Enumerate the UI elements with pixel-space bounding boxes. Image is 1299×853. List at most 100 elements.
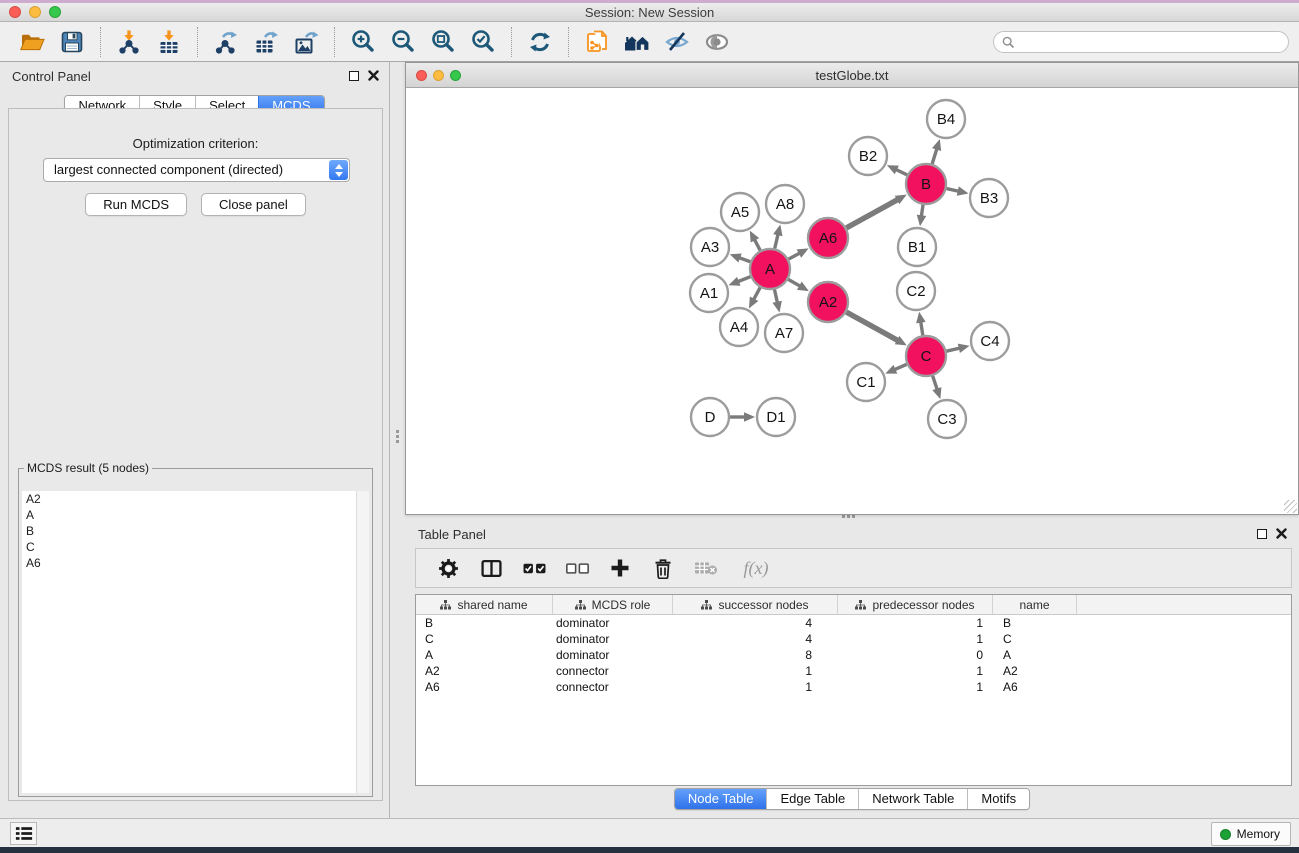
column-header-successor-nodes[interactable]: successor nodes <box>673 595 838 614</box>
export-network-button[interactable] <box>206 26 246 58</box>
table-cell[interactable]: 0 <box>838 647 993 663</box>
graph-edge-A-A2[interactable] <box>788 279 801 286</box>
zoom-fit-button[interactable] <box>423 26 463 58</box>
table-cell[interactable]: A6 <box>416 679 553 695</box>
mcds-result-item[interactable]: B <box>22 523 356 539</box>
table-cell[interactable]: dominator <box>553 631 673 647</box>
table-cell[interactable]: dominator <box>553 615 673 631</box>
split-columns-button[interactable] <box>476 553 506 583</box>
graph-edge-B-B3[interactable] <box>946 189 959 192</box>
table-cell[interactable]: connector <box>553 679 673 695</box>
network-window-titlebar[interactable]: testGlobe.txt <box>406 63 1298 88</box>
table-settings-button[interactable] <box>433 553 463 583</box>
zoom-selected-button[interactable] <box>463 26 503 58</box>
close-panel-icon[interactable] <box>1276 528 1287 539</box>
table-row[interactable]: A2connector11A2 <box>416 663 1291 679</box>
table-cell[interactable]: A2 <box>416 663 553 679</box>
import-table-button[interactable] <box>149 26 189 58</box>
table-row[interactable]: Adominator80A <box>416 647 1291 663</box>
column-header-name[interactable]: name <box>993 595 1077 614</box>
table-cell[interactable]: B <box>416 615 553 631</box>
table-cell[interactable]: A <box>993 647 1077 663</box>
graph-edge-B-B2[interactable] <box>895 169 907 175</box>
table-cell[interactable]: 1 <box>673 663 838 679</box>
table-row[interactable]: A6connector11A6 <box>416 679 1291 695</box>
table-row[interactable]: Bdominator41B <box>416 615 1291 631</box>
network-close-button[interactable] <box>416 70 427 81</box>
table-row[interactable]: Cdominator41C <box>416 631 1291 647</box>
graph-edge-C-C4[interactable] <box>946 348 960 351</box>
refresh-layout-button[interactable] <box>520 26 560 58</box>
zoom-window-button[interactable] <box>49 6 61 18</box>
column-header-MCDS-role[interactable]: MCDS role <box>553 595 673 614</box>
table-cell[interactable]: 4 <box>673 615 838 631</box>
save-session-button[interactable] <box>52 26 92 58</box>
table-cell[interactable]: 1 <box>673 679 838 695</box>
table-cell[interactable]: 4 <box>673 631 838 647</box>
add-column-button[interactable] <box>605 553 635 583</box>
search-input[interactable] <box>1019 33 1288 51</box>
horizontal-split-handle[interactable] <box>842 515 845 518</box>
table-cell[interactable]: C <box>993 631 1077 647</box>
graph-edge-A-A4[interactable] <box>753 288 760 301</box>
hide-annotations-button[interactable] <box>657 26 697 58</box>
show-graphics-details-button[interactable] <box>697 26 737 58</box>
clear-checkboxes-button[interactable] <box>562 553 592 583</box>
import-network-button[interactable] <box>109 26 149 58</box>
mcds-result-item[interactable]: A2 <box>22 491 356 507</box>
graph-edge-A-A6[interactable] <box>789 253 801 259</box>
vertical-split-handle[interactable] <box>396 430 399 433</box>
close-window-button[interactable] <box>9 6 21 18</box>
window-resize-grip[interactable] <box>1284 500 1297 513</box>
graph-edge-A2-C[interactable] <box>846 312 898 341</box>
minimize-window-button[interactable] <box>29 6 41 18</box>
zoom-out-button[interactable] <box>383 26 423 58</box>
run-mcds-button[interactable]: Run MCDS <box>85 193 187 216</box>
graph-edge-C-C2[interactable] <box>921 321 923 336</box>
function-builder-button[interactable]: f(x) <box>734 553 778 583</box>
tab-motifs[interactable]: Motifs <box>967 789 1029 809</box>
table-cell[interactable]: 1 <box>838 663 993 679</box>
mcds-result-item[interactable]: C <box>22 539 356 555</box>
close-panel-icon[interactable] <box>368 70 379 81</box>
duplicate-network-button[interactable] <box>577 26 617 58</box>
delete-column-button[interactable] <box>648 553 678 583</box>
graph-edge-A-A8[interactable] <box>775 233 779 248</box>
tab-node-table[interactable]: Node Table <box>675 789 767 809</box>
graph-edge-C-C1[interactable] <box>894 364 907 370</box>
table-cell[interactable]: connector <box>553 663 673 679</box>
graph-edge-B-B4[interactable] <box>932 148 937 164</box>
criterion-dropdown[interactable]: largest connected component (directed) <box>43 158 350 182</box>
table-cell[interactable]: 1 <box>838 615 993 631</box>
network-zoom-button[interactable] <box>450 70 461 81</box>
float-panel-icon[interactable] <box>1257 529 1267 539</box>
float-panel-icon[interactable] <box>349 71 359 81</box>
graph-edge-A-A5[interactable] <box>754 239 760 251</box>
table-cell[interactable]: A6 <box>993 679 1077 695</box>
graph-edge-A-A1[interactable] <box>737 277 751 282</box>
graph-edge-C-C3[interactable] <box>933 376 938 391</box>
export-table-button[interactable] <box>246 26 286 58</box>
mcds-result-item[interactable]: A6 <box>22 555 356 571</box>
table-cell[interactable]: dominator <box>553 647 673 663</box>
delete-table-button[interactable] <box>691 553 721 583</box>
task-history-button[interactable] <box>10 822 37 845</box>
export-image-button[interactable] <box>286 26 326 58</box>
home-button[interactable] <box>617 26 657 58</box>
memory-button[interactable]: Memory <box>1211 822 1291 846</box>
graph-edge-A6-B[interactable] <box>846 199 898 228</box>
close-panel-button[interactable]: Close panel <box>201 193 306 216</box>
table-cell[interactable]: C <box>416 631 553 647</box>
tab-network-table[interactable]: Network Table <box>858 789 967 809</box>
result-list-scrollbar[interactable] <box>356 491 369 793</box>
mcds-result-item[interactable]: A <box>22 507 356 523</box>
table-cell[interactable]: A <box>416 647 553 663</box>
column-header-predecessor-nodes[interactable]: predecessor nodes <box>838 595 993 614</box>
table-cell[interactable]: 1 <box>838 631 993 647</box>
network-minimize-button[interactable] <box>433 70 444 81</box>
table-cell[interactable]: 1 <box>838 679 993 695</box>
open-file-button[interactable] <box>12 26 52 58</box>
table-cell[interactable]: B <box>993 615 1077 631</box>
tab-edge-table[interactable]: Edge Table <box>766 789 858 809</box>
column-header-shared-name[interactable]: shared name <box>416 595 553 614</box>
